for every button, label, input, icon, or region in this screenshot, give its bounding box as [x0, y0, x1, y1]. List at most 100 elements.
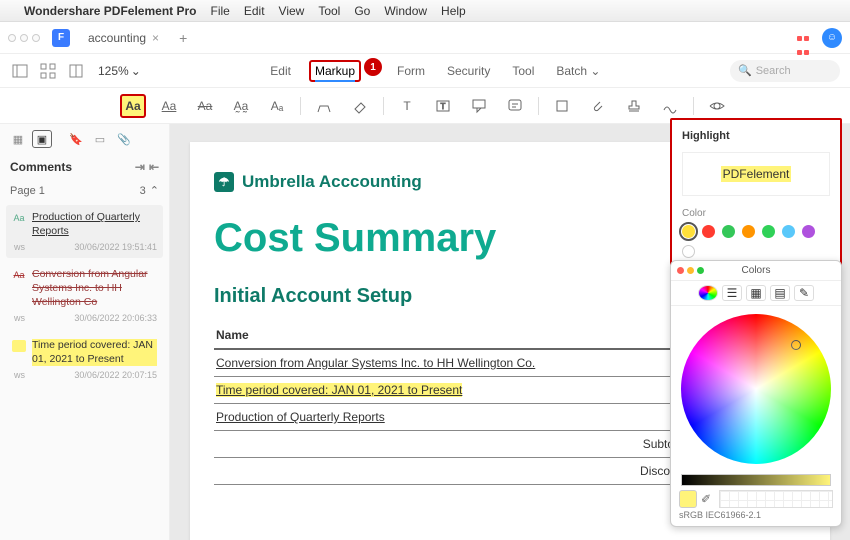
color-wheel[interactable] [681, 314, 831, 464]
window-traffic-lights[interactable] [8, 34, 40, 42]
attachments-tab-icon[interactable]: 📎 [114, 130, 134, 148]
new-tab-button[interactable]: + [179, 30, 187, 46]
textbox-tool[interactable]: T [430, 94, 456, 118]
text-tool[interactable]: T [394, 94, 420, 118]
highlight-properties-panel: Highlight PDFelement Color [670, 118, 842, 266]
tab-title: accounting [88, 31, 146, 45]
tab-edit[interactable]: Edit [266, 60, 295, 82]
signature-tool[interactable] [657, 94, 683, 118]
comments-sidebar: ▦ ▣ 🔖 ▭ 📎 Comments ⇥ ⇤ Page 1 3 ⌃ AaProd… [0, 124, 170, 540]
current-color-swatch[interactable] [679, 490, 697, 508]
toolbar-divider [538, 97, 539, 115]
menu-help[interactable]: Help [441, 4, 466, 18]
document-tab[interactable]: accounting × [78, 27, 169, 49]
eraser-tool[interactable] [347, 94, 373, 118]
highlight-tool[interactable]: Aa [120, 94, 146, 118]
search-tab-icon[interactable]: ▭ [90, 130, 110, 148]
picker-window-controls[interactable] [677, 267, 704, 274]
menu-file[interactable]: File [211, 4, 230, 18]
user-avatar[interactable]: ☺ [822, 28, 842, 48]
underline-mark-icon: Aa [12, 212, 26, 224]
squiggly-tool[interactable]: A̰a̰ [228, 94, 254, 118]
color-label: Color [682, 208, 830, 219]
swatch-blue[interactable] [782, 225, 795, 238]
hide-annotations-tool[interactable] [704, 94, 730, 118]
thumbnails-icon[interactable] [38, 61, 58, 81]
company-logo-icon: ☂ [214, 172, 234, 192]
app-name[interactable]: Wondershare PDFelement Pro [24, 4, 197, 18]
export-comments-icon[interactable]: ⇤ [149, 160, 159, 174]
swatch-orange[interactable] [742, 225, 755, 238]
pencils-mode-icon[interactable]: ✎ [794, 285, 814, 301]
callout-tool[interactable] [466, 94, 492, 118]
tab-security[interactable]: Security [443, 60, 494, 82]
swatch-lime[interactable] [762, 225, 775, 238]
chevron-up-icon[interactable]: ⌃ [150, 184, 159, 197]
toolbar-divider [693, 97, 694, 115]
col-name: Name [214, 322, 717, 349]
stamp-tool[interactable] [621, 94, 647, 118]
comment-time: 30/06/2022 20:06:33 [74, 313, 157, 323]
wheel-mode-icon[interactable] [698, 285, 718, 301]
comments-tab-icon[interactable]: ▣ [32, 130, 52, 148]
swatch-more[interactable] [682, 245, 695, 258]
palette-mode-icon[interactable]: ▦ [746, 285, 766, 301]
caret-tool[interactable]: Aₐ [264, 94, 290, 118]
zoom-dropdown[interactable]: 125%⌄ [98, 64, 141, 78]
tab-tool[interactable]: Tool [508, 60, 538, 82]
comment-user: ws [14, 242, 25, 252]
toolbar-divider [300, 97, 301, 115]
comment-item[interactable]: AaConversion from Angular Systems Inc. t… [6, 262, 163, 329]
callout-badge-1: 1 [364, 58, 382, 76]
swatch-yellow[interactable] [682, 225, 695, 238]
color-swatches [682, 225, 830, 258]
menu-go[interactable]: Go [354, 4, 370, 18]
color-profile-label: sRGB IEC61966-2.1 [671, 508, 841, 520]
tab-markup[interactable]: Markup [309, 60, 361, 82]
close-tab-icon[interactable]: × [152, 31, 159, 45]
apps-grid-icon[interactable] [796, 31, 810, 45]
tab-form[interactable]: Form [393, 60, 429, 82]
menu-window[interactable]: Window [384, 4, 427, 18]
search-field[interactable]: 🔍 Search [730, 60, 840, 82]
toolbar-divider [383, 97, 384, 115]
svg-text:T: T [441, 102, 446, 111]
underline-tool[interactable]: Aa [156, 94, 182, 118]
search-icon: 🔍 [738, 64, 752, 77]
eyedropper-icon[interactable]: ✐ [701, 492, 715, 506]
mac-menubar: Wondershare PDFelement Pro File Edit Vie… [0, 0, 850, 22]
sliders-mode-icon[interactable]: ☰ [722, 285, 742, 301]
note-tool[interactable] [502, 94, 528, 118]
panel-left-icon[interactable] [10, 61, 30, 81]
menu-edit[interactable]: Edit [244, 4, 265, 18]
import-comments-icon[interactable]: ⇥ [135, 160, 145, 174]
comment-list: AaProduction of Quarterly Reports ws30/0… [0, 201, 169, 390]
swatch-purple[interactable] [802, 225, 815, 238]
search-placeholder: Search [756, 65, 791, 77]
reading-icon[interactable] [66, 61, 86, 81]
swatch-green[interactable] [722, 225, 735, 238]
menu-tool[interactable]: Tool [318, 4, 340, 18]
menu-view[interactable]: View [279, 4, 305, 18]
tab-batch[interactable]: Batch ⌄ [552, 60, 604, 82]
comment-item[interactable]: AaProduction of Quarterly Reports ws30/0… [6, 205, 163, 258]
saved-swatch-grid[interactable] [719, 490, 833, 508]
picker-title: Colors [742, 265, 771, 276]
app-logo-icon: F [52, 29, 70, 47]
color-cursor[interactable] [791, 340, 801, 350]
comment-user: ws [14, 370, 25, 380]
pencil-tool[interactable] [311, 94, 337, 118]
page-label: Page 1 [10, 185, 45, 197]
attachment-tool[interactable] [585, 94, 611, 118]
thumbnails-tab-icon[interactable]: ▦ [8, 130, 28, 148]
brightness-slider[interactable] [681, 474, 831, 486]
bookmarks-tab-icon[interactable]: 🔖 [66, 130, 86, 148]
comment-text: Conversion from Angular Systems Inc. to … [32, 268, 157, 309]
strikethrough-tool[interactable]: Aa [192, 94, 218, 118]
color-picker-window: Colors ☰ ▦ ▤ ✎ ✐ sRGB IEC61966-2.1 [670, 260, 842, 527]
swatch-red[interactable] [702, 225, 715, 238]
spectrum-mode-icon[interactable]: ▤ [770, 285, 790, 301]
shape-tool[interactable] [549, 94, 575, 118]
picker-mode-tabs: ☰ ▦ ▤ ✎ [671, 281, 841, 306]
comment-item[interactable]: Time period covered: JAN 01, 2021 to Pre… [6, 333, 163, 386]
